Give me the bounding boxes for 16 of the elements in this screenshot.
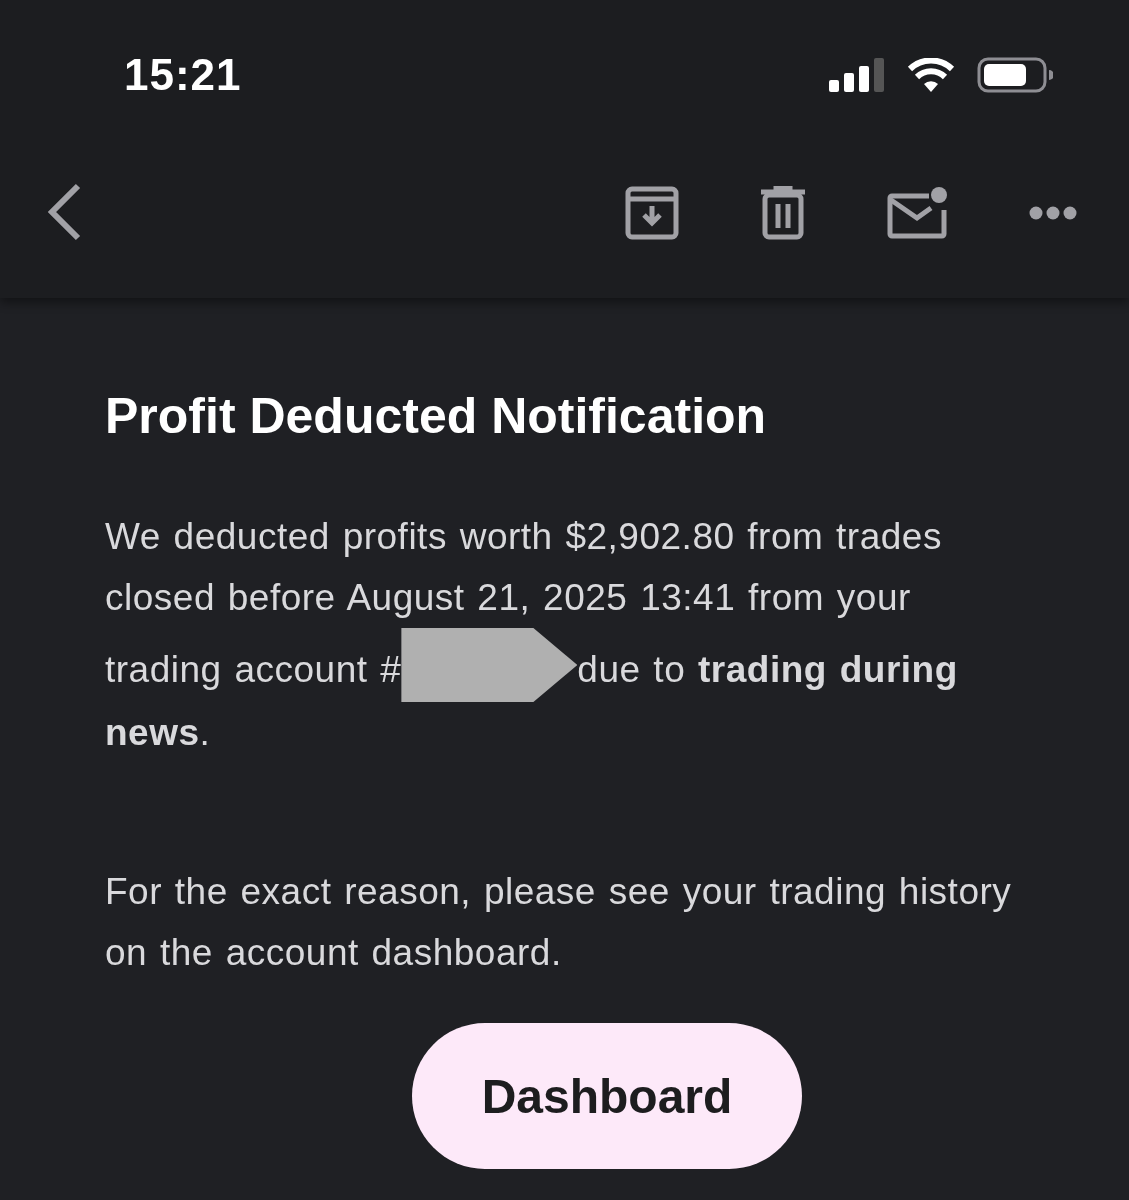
more-icon [1029,206,1077,220]
mail-unread-icon [887,186,949,240]
archive-button[interactable] [625,186,679,240]
archive-icon [625,186,679,240]
status-time: 15:21 [124,50,242,100]
body-text: We deducted profits worth $2,902.80 from trades closed before August 21, 2025 13:41 from your trading account # due to trading during news. [105,515,959,755]
signal-icon [829,58,885,92]
dashboard-button[interactable]: Dashboard [412,1023,802,1169]
email-heading: Profit Deducted Notification [105,387,768,446]
delete-button[interactable] [759,186,807,240]
wifi-icon [907,58,955,92]
unread-button[interactable] [887,186,949,240]
trash-icon [759,186,807,240]
more-button[interactable] [1029,206,1077,220]
battery-icon [977,57,1053,93]
body-text: For the exact reason, please see your trading history on the account dashboard. [105,870,1013,975]
